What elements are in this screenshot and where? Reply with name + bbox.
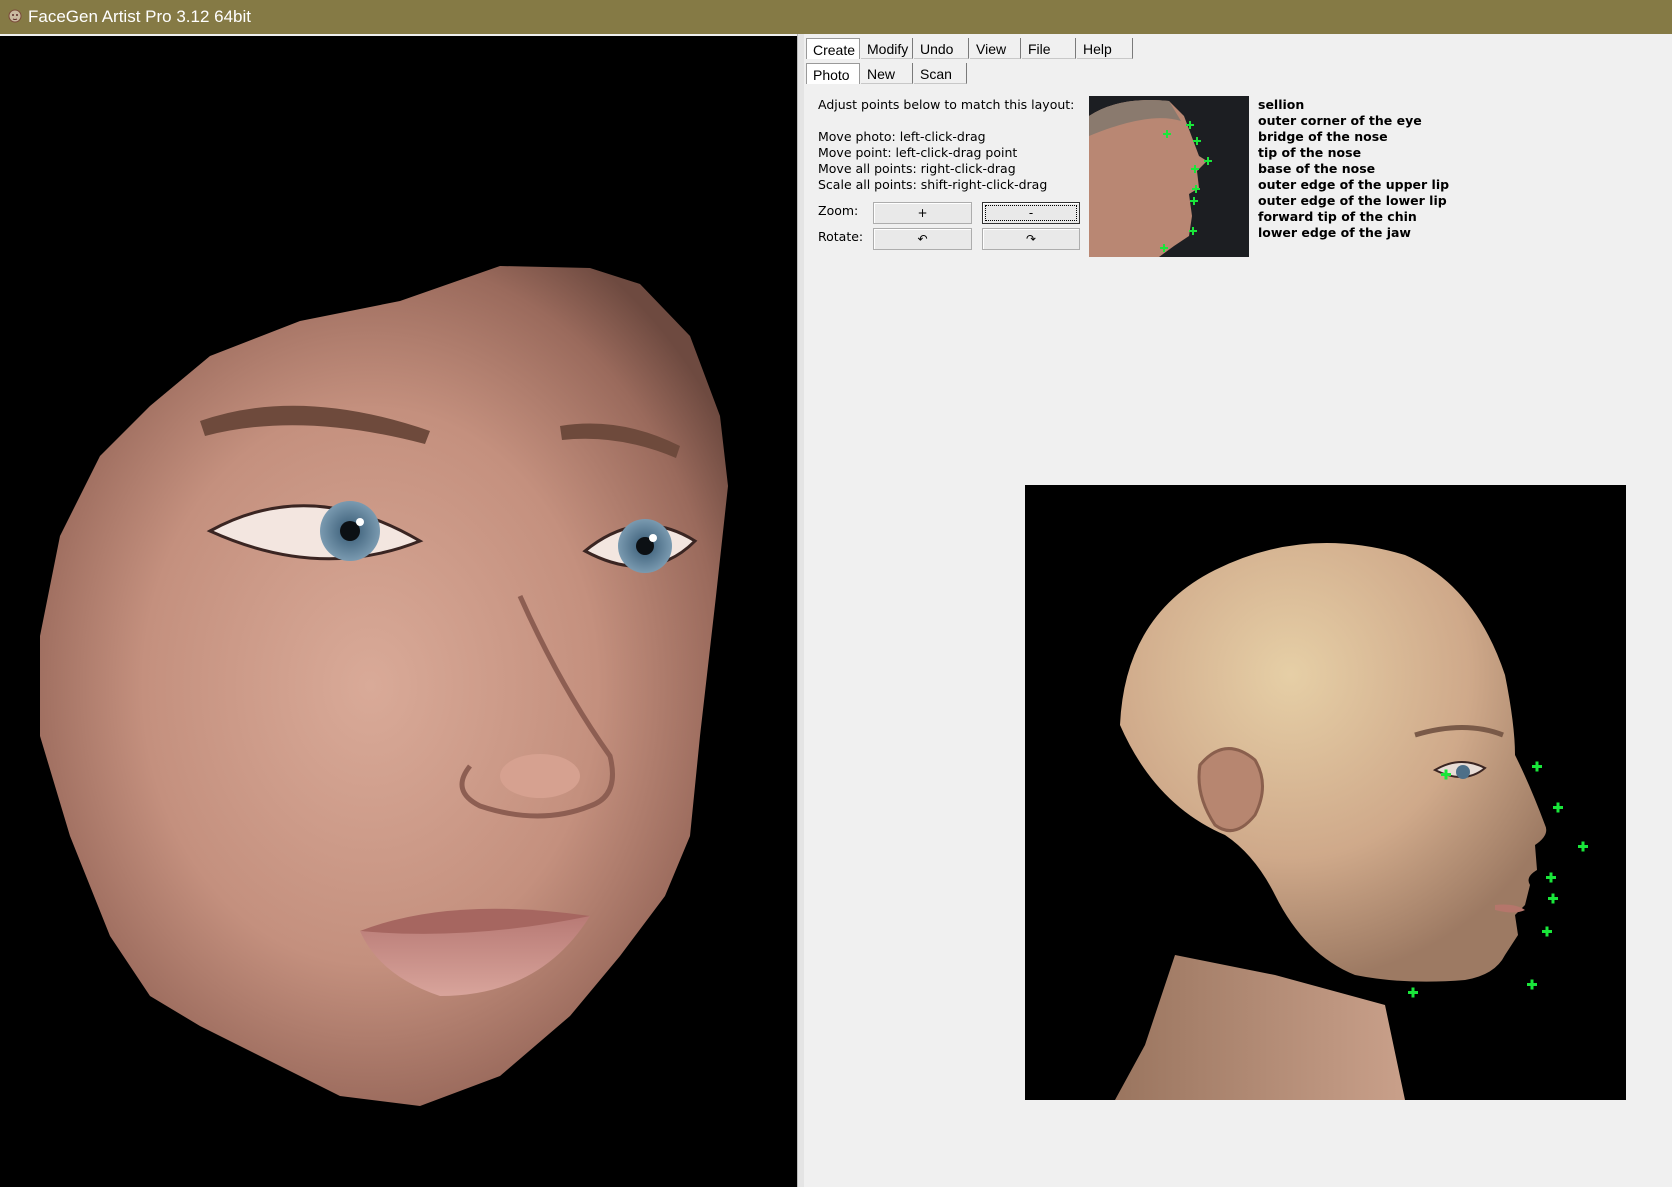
tab-modify[interactable]: Modify: [861, 38, 913, 59]
landmark-jaw-edge: lower edge of the jaw: [1258, 225, 1411, 240]
tab-create[interactable]: Create: [806, 38, 860, 59]
layout-instruction-heading: Adjust points below to match this layout…: [818, 97, 1075, 112]
profile-photo-view[interactable]: [1025, 485, 1626, 1100]
tab-new[interactable]: New: [861, 63, 913, 84]
landmark-nose-tip: tip of the nose: [1258, 145, 1362, 160]
instruction-move-all: Move all points: right-click-drag: [818, 161, 1016, 176]
tab-help[interactable]: Help: [1077, 38, 1133, 59]
app-icon: [8, 9, 22, 23]
zoom-label: Zoom:: [818, 203, 859, 218]
tab-photo[interactable]: Photo: [806, 63, 860, 84]
landmark-sellion: sellion: [1258, 97, 1305, 112]
3d-face-viewport[interactable]: [0, 36, 797, 1187]
tab-undo[interactable]: Undo: [914, 38, 969, 59]
rotate-left-icon: ↶: [917, 232, 928, 246]
landmark-lower-lip: outer edge of the lower lip: [1258, 193, 1447, 208]
profile-photo[interactable]: [1025, 485, 1626, 1100]
face-mask: [40, 266, 728, 1106]
landmark-eye-corner: outer corner of the eye: [1258, 113, 1422, 128]
zoom-in-button[interactable]: +: [873, 202, 972, 224]
window-title: FaceGen Artist Pro 3.12 64bit: [28, 7, 252, 26]
rotate-right-icon: ↷: [1025, 232, 1037, 246]
zoom-out-button[interactable]: -: [982, 202, 1080, 224]
landmark-list: sellion outer corner of the eye bridge o…: [1258, 97, 1449, 241]
tab-view[interactable]: View: [970, 38, 1021, 59]
tab-file[interactable]: File: [1022, 38, 1076, 59]
landmark-chin-tip: forward tip of the chin: [1258, 209, 1417, 224]
rotate-label: Rotate:: [818, 229, 864, 244]
title-bar: FaceGen Artist Pro 3.12 64bit: [0, 0, 1672, 34]
landmark-nose-bridge: bridge of the nose: [1258, 129, 1388, 144]
3d-face-render[interactable]: [0, 36, 797, 1187]
instruction-move-photo: Move photo: left-click-drag: [818, 129, 986, 144]
tab-scan[interactable]: Scan: [914, 63, 967, 84]
rotate-left-button[interactable]: ↶: [873, 228, 972, 250]
rotate-right-button[interactable]: ↷: [982, 228, 1080, 250]
instruction-scale-all: Scale all points: shift-right-click-drag: [818, 177, 1048, 192]
reference-layout-thumbnail: [1089, 96, 1249, 257]
landmark-upper-lip: outer edge of the upper lip: [1258, 177, 1450, 192]
instruction-move-point: Move point: left-click-drag point: [818, 145, 1018, 160]
landmark-nose-base: base of the nose: [1258, 161, 1376, 176]
